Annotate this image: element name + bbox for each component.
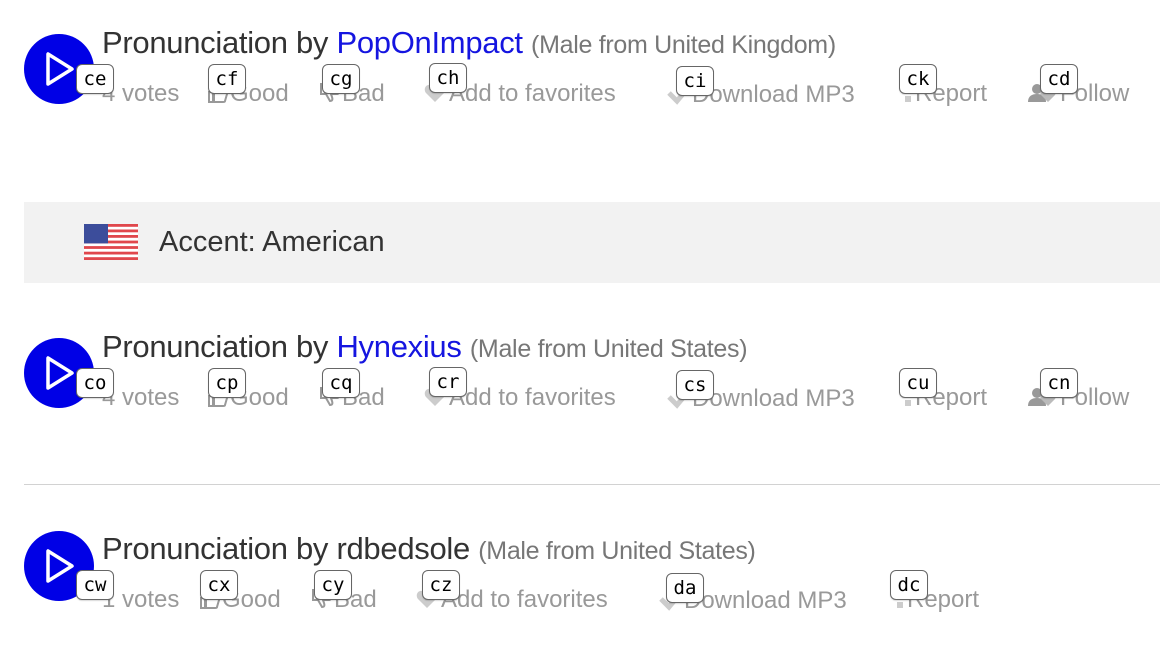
download-shortcut-tag: ci [676,66,714,96]
play-shortcut-tag: cw [76,570,114,600]
favorites-shortcut-tag: cz [422,570,460,600]
accent-label: Accent: American [159,226,385,258]
entry-divider [24,484,1160,485]
follow-shortcut-tag: cd [1040,64,1078,94]
favorites-label: Add to favorites [441,586,608,613]
user-name: rdbedsole [336,531,470,566]
favorites-shortcut-tag: ch [429,63,467,93]
user-meta: (Male from United States) [469,335,748,363]
download-label: Download MP3 [684,587,847,614]
bad-shortcut-tag: cy [314,570,352,600]
pronunciation-entry: Pronunciation by PopOnImpact (Male from … [0,22,1160,132]
download-shortcut-tag: da [666,573,704,603]
favorites-label: Add to favorites [449,384,616,411]
report-shortcut-tag: cu [899,368,937,398]
bad-shortcut-tag: cq [322,368,360,398]
favorites-shortcut-tag: cr [429,367,467,397]
good-shortcut-tag: cx [200,570,238,600]
play-shortcut-tag: ce [76,64,114,94]
bad-shortcut-tag: cg [322,64,360,94]
pronunciation-entry: Pronunciation by rdbedsole (Male from Un… [0,528,1160,638]
title-prefix: Pronunciation by [102,329,329,364]
pronunciation-title: Pronunciation by Hynexius (Male from Uni… [102,329,748,367]
pronunciation-entry: Pronunciation by Hynexius (Male from Uni… [0,326,1160,436]
user-meta: (Male from United Kingdom) [531,31,836,59]
user-link[interactable]: PopOnImpact [336,25,523,60]
pronunciation-title: Pronunciation by PopOnImpact (Male from … [102,25,836,63]
follow-shortcut-tag: cn [1040,368,1078,398]
play-shortcut-tag: co [76,368,114,398]
good-shortcut-tag: cp [208,368,246,398]
title-prefix: Pronunciation by [102,531,329,566]
accent-header: Accent: American [24,202,1160,283]
pronunciation-title: Pronunciation by rdbedsole (Male from Un… [102,531,756,569]
download-shortcut-tag: cs [676,370,714,400]
user-meta: (Male from United States) [478,537,756,565]
report-shortcut-tag: ck [899,64,937,94]
download-label: Download MP3 [692,81,855,108]
download-label: Download MP3 [692,385,855,412]
favorites-label: Add to favorites [449,80,616,107]
user-link[interactable]: Hynexius [336,329,461,364]
report-shortcut-tag: dc [890,570,928,600]
good-shortcut-tag: cf [208,64,246,94]
us-flag-icon [84,224,138,265]
title-prefix: Pronunciation by [102,25,329,60]
